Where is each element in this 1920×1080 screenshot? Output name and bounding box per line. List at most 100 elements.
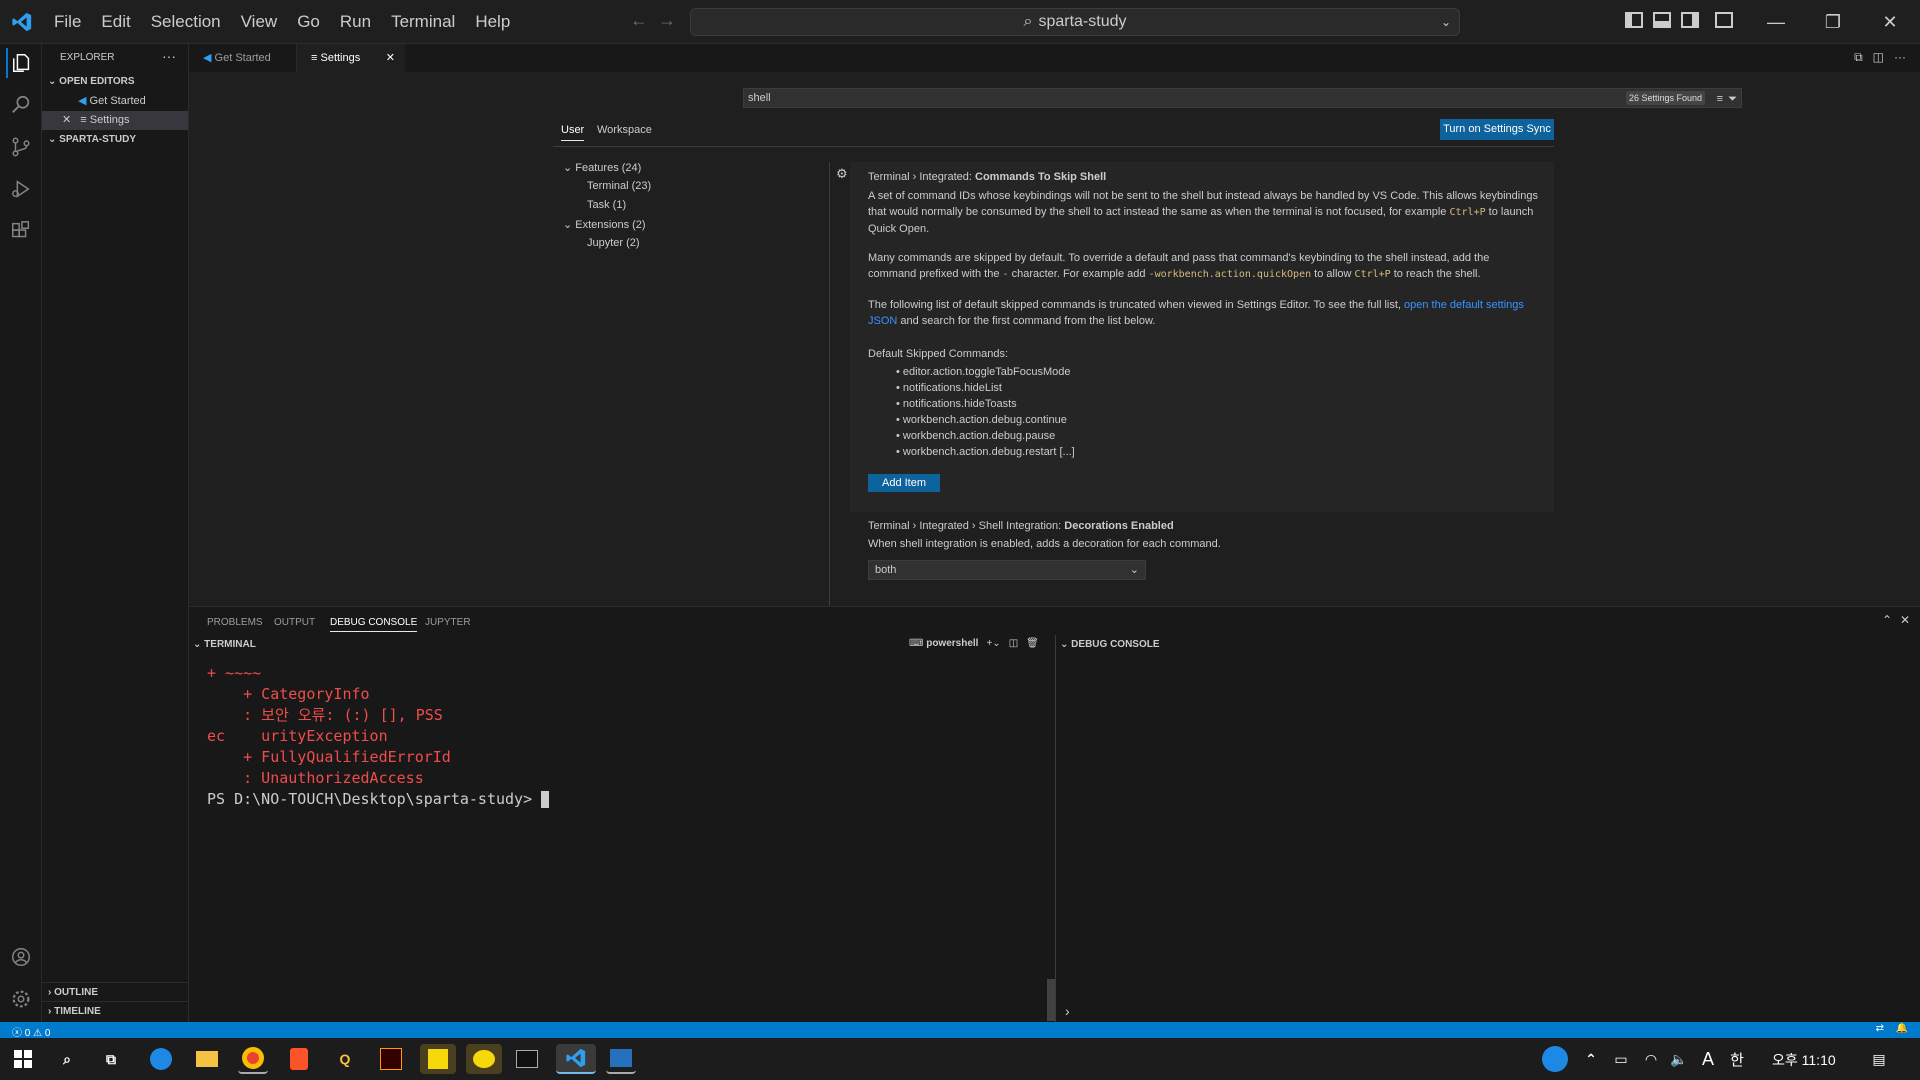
toggle-secondary-sidebar-icon[interactable] [1681, 12, 1699, 28]
scope-divider [553, 146, 1554, 147]
split-editor-icon[interactable]: ◫ [1873, 50, 1884, 65]
setting-commands-to-skip-shell: ⚙ Terminal › Integrated: Commands To Ski… [836, 162, 1554, 512]
split-terminal-icon[interactable]: ◫ [1009, 638, 1018, 649]
problems-status[interactable]: ⓧ 0 ⚠ 0 [12, 1024, 50, 1039]
toggle-panel-icon[interactable] [1653, 12, 1671, 28]
command-center[interactable]: ⌕ sparta-study ⌄ [690, 8, 1460, 36]
close-icon[interactable]: ✕ [62, 114, 71, 126]
menu-go[interactable]: Go [287, 0, 330, 44]
source-control-icon[interactable] [6, 132, 36, 162]
forward-arrow-icon[interactable]: → [658, 10, 676, 31]
accounts-icon[interactable] [6, 942, 36, 972]
kill-terminal-icon[interactable]: 🗑 [1026, 638, 1039, 649]
accounts-status-icon[interactable]: ⇄ [1876, 1023, 1884, 1034]
menu-run[interactable]: Run [330, 0, 381, 44]
tab-settings[interactable]: ≡ Settings ✕ [297, 44, 405, 72]
search-icon[interactable]: ⌕ [52, 1044, 82, 1074]
add-item-button[interactable]: Add Item [868, 474, 940, 492]
manage-gear-icon[interactable] [6, 984, 36, 1014]
customize-layout-icon[interactable] [1715, 12, 1733, 28]
setting-description: When shell integration is enabled, adds … [868, 538, 1221, 550]
more-actions-icon[interactable]: ··· [162, 42, 176, 70]
toc-extensions[interactable]: ⌄ Extensions (2) [563, 218, 646, 231]
terminal-app-icon[interactable] [512, 1044, 542, 1074]
minimize-button[interactable]: — [1748, 0, 1804, 44]
terminal-output[interactable]: + ~~~~ + CategoryInfo : 보안 오류: (:) [], P… [189, 663, 1055, 1023]
chevron-up-icon[interactable]: ⌃ [1576, 1044, 1606, 1074]
toc-task[interactable]: Task (1) [587, 199, 626, 211]
open-settings-json-icon[interactable]: ⧉ [1854, 50, 1863, 65]
timeline-header[interactable]: › TIMELINE [42, 1001, 189, 1021]
illustrator-icon[interactable] [376, 1044, 406, 1074]
open-editor-get-started[interactable]: ◀ Get Started [42, 92, 188, 111]
restore-button[interactable]: ❐ [1805, 0, 1861, 44]
folder-header[interactable]: ⌄ SPARTA-STUDY [42, 130, 188, 150]
terminal-pane-header[interactable]: ⌄ TERMINAL [193, 639, 256, 650]
outline-header[interactable]: › OUTLINE [42, 982, 189, 1002]
menu-help[interactable]: Help [465, 0, 520, 44]
setting-gear-icon[interactable]: ⚙ [836, 166, 848, 182]
clear-filter-icon[interactable]: ≡ [1717, 90, 1723, 108]
toc-features[interactable]: ⌄ Features (24) [563, 161, 641, 174]
search-icon[interactable] [6, 90, 36, 120]
open-editors-header[interactable]: ⌄ OPEN EDITORS [42, 72, 188, 92]
turn-on-settings-sync-button[interactable]: Turn on Settings Sync [1440, 119, 1554, 140]
windows-start-icon[interactable] [8, 1044, 38, 1074]
terminal-shell-selector[interactable]: ⌨ powershell [909, 638, 978, 649]
tab-user-settings[interactable]: User [561, 124, 585, 141]
back-arrow-icon[interactable]: ← [630, 10, 648, 31]
menu-terminal[interactable]: Terminal [381, 0, 465, 44]
close-window-button[interactable]: ✕ [1862, 0, 1918, 44]
toc-jupyter[interactable]: Jupyter (2) [587, 237, 640, 249]
q-app-icon[interactable]: Q [330, 1044, 360, 1074]
chevron-down-icon: ⌄ [48, 76, 57, 87]
toc-terminal[interactable]: Terminal (23) [587, 180, 651, 192]
settings-search-input[interactable]: shell 26 Settings Found ≡ ⏷ [743, 88, 1742, 108]
debug-console-input-chevron-icon[interactable]: › [1065, 1003, 1070, 1019]
clock[interactable]: 오후 11:10 [1772, 1050, 1836, 1070]
tab-jupyter[interactable]: JUPYTER [425, 617, 471, 628]
notifications-bell-icon[interactable]: 🔔 [1896, 1023, 1908, 1034]
close-panel-icon[interactable]: ✕ [1900, 613, 1910, 627]
volume-icon[interactable]: 🔈 [1664, 1044, 1694, 1074]
ime-indicator[interactable]: A [1693, 1044, 1723, 1074]
file-explorer-icon[interactable] [192, 1044, 222, 1074]
new-terminal-icon[interactable]: +⌄ [986, 638, 1000, 649]
notification-center-icon[interactable]: ▤ [1864, 1044, 1894, 1074]
menu-view[interactable]: View [231, 0, 288, 44]
sticky-notes-icon[interactable] [420, 1044, 456, 1074]
kakaotalk-icon[interactable] [466, 1044, 502, 1074]
chrome-icon[interactable] [238, 1044, 268, 1074]
explorer-icon[interactable] [6, 48, 36, 78]
filter-icon[interactable]: ⏷ [1728, 90, 1737, 108]
list-item: • workbench.action.debug.continue [896, 414, 1067, 426]
wifi-icon[interactable]: ◠ [1636, 1044, 1666, 1074]
tab-problems[interactable]: PROBLEMS [207, 617, 263, 628]
tab-output[interactable]: OUTPUT [274, 617, 315, 628]
toggle-primary-sidebar-icon[interactable] [1625, 12, 1643, 28]
tab-get-started[interactable]: ◀ Get Started [189, 44, 297, 72]
edge-icon[interactable] [146, 1044, 176, 1074]
more-actions-icon[interactable]: ··· [1894, 50, 1906, 65]
help-icon[interactable] [1540, 1044, 1570, 1074]
open-editor-settings[interactable]: ✕ ≡ Settings [42, 111, 188, 130]
vscode-app-icon[interactable] [556, 1044, 596, 1074]
extensions-icon[interactable] [6, 216, 36, 246]
terminal-line: + CategoryInfo [207, 685, 370, 703]
debug-console-pane-header[interactable]: ⌄ DEBUG CONSOLE [1060, 639, 1160, 650]
terminal-scrollbar[interactable] [1047, 979, 1055, 1021]
powershell-icon[interactable] [606, 1044, 636, 1074]
decorations-select[interactable]: both ⌄ [868, 560, 1146, 580]
maximize-panel-icon[interactable]: ⌃ [1882, 613, 1892, 627]
menu-selection[interactable]: Selection [141, 0, 231, 44]
tab-workspace-settings[interactable]: Workspace [597, 124, 652, 136]
list-item: • editor.action.toggleTabFocusMode [896, 366, 1071, 378]
run-debug-icon[interactable] [6, 174, 36, 204]
brave-icon[interactable] [284, 1044, 314, 1074]
ime-mode-indicator[interactable]: 한 [1722, 1044, 1752, 1074]
tab-debug-console[interactable]: DEBUG CONSOLE [330, 617, 418, 632]
menu-file[interactable]: File [44, 0, 91, 44]
task-view-icon[interactable]: ⧉ [96, 1044, 126, 1074]
close-tab-icon[interactable]: ✕ [386, 44, 395, 72]
menu-edit[interactable]: Edit [91, 0, 140, 44]
